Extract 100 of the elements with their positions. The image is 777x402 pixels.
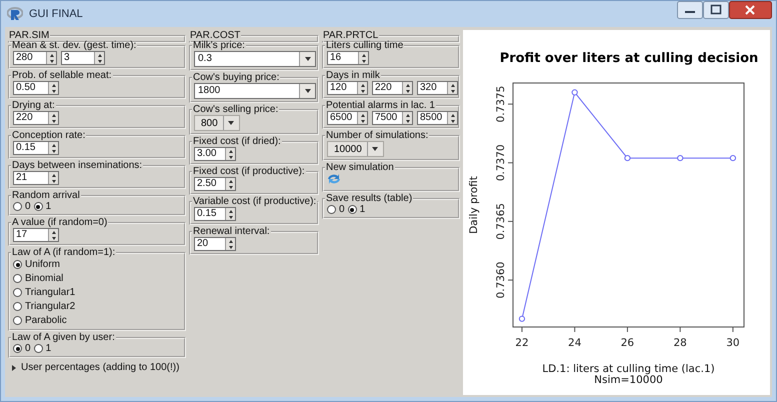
spin-box[interactable]: 3.00 xyxy=(194,147,236,161)
radio-label: 0 xyxy=(25,343,31,354)
spin-box[interactable]: 8500 xyxy=(417,111,458,125)
minimize-icon[interactable] xyxy=(677,1,703,19)
spin-button[interactable] xyxy=(225,178,235,190)
group-label: Mean & st. dev. (gest. time): xyxy=(11,40,138,51)
dropdown-button[interactable] xyxy=(299,52,315,66)
data-point xyxy=(518,316,526,322)
window-title: GUI FINAL xyxy=(29,8,83,20)
close-icon[interactable] xyxy=(729,1,772,19)
tick-label: 22 xyxy=(515,337,529,349)
app-logo-icon xyxy=(7,7,23,21)
group-label: Drying at: xyxy=(11,100,56,111)
x-axis-label: LD.1: liters at culling time (lac.1) xyxy=(542,363,715,375)
radio-button[interactable] xyxy=(34,202,43,211)
refresh-icon[interactable] xyxy=(327,173,341,185)
spin-box[interactable]: 3 xyxy=(61,51,105,65)
data-point xyxy=(677,154,684,162)
spin-button[interactable] xyxy=(402,82,412,94)
spin-button[interactable] xyxy=(48,229,58,241)
radio-label: Binomial xyxy=(25,273,64,284)
tick-label: 24 xyxy=(568,337,582,349)
spin-box[interactable]: 0.15 xyxy=(194,207,236,221)
group-label: Law of A (if random=1): xyxy=(11,247,116,258)
spin-button[interactable] xyxy=(225,148,235,160)
tick-label: 0.7365 xyxy=(495,203,507,240)
group-label: Fixed cost (if dried): xyxy=(192,136,282,147)
group-label: Fixed cost (if productive): xyxy=(192,166,306,177)
spin-button[interactable] xyxy=(48,142,58,154)
maximize-icon[interactable] xyxy=(703,1,729,19)
radio-button[interactable] xyxy=(13,316,22,325)
spin-box[interactable]: 220 xyxy=(372,81,413,95)
spin-box[interactable]: 0.15 xyxy=(13,141,59,155)
spin-button[interactable] xyxy=(402,112,412,124)
tick-label: 28 xyxy=(674,337,687,349)
combo-box[interactable]: 1800 xyxy=(194,83,316,99)
radio-label: 0 xyxy=(25,201,31,212)
dropdown-button[interactable] xyxy=(299,84,315,98)
section-title: PAR.SIM xyxy=(8,30,50,41)
spin-button[interactable] xyxy=(357,82,367,94)
y-axis-label: Daily profit xyxy=(468,176,480,234)
spin-button[interactable] xyxy=(357,112,367,124)
combo-box[interactable]: 0.3 xyxy=(194,51,316,67)
group-label: Random arrival xyxy=(11,190,81,201)
tick-label: 26 xyxy=(620,337,634,349)
radio-button[interactable] xyxy=(13,260,22,269)
radio-button[interactable] xyxy=(348,205,357,214)
radio-button[interactable] xyxy=(34,344,43,353)
menu-button[interactable]: 10000 xyxy=(327,141,384,157)
group-label: Conception rate: xyxy=(11,130,86,141)
group-label: Save results (table) xyxy=(325,193,414,204)
group-label: Variable cost (if productive): xyxy=(192,196,318,207)
spin-box[interactable]: 320 xyxy=(417,81,458,95)
spin-button[interactable] xyxy=(225,238,235,250)
chart-title: Profit over liters at culling decision xyxy=(500,51,758,66)
group-label: Days in milk xyxy=(325,70,381,81)
radio-button[interactable] xyxy=(327,205,336,214)
spin-box[interactable]: 21 xyxy=(13,171,59,185)
spin-box[interactable]: 20 xyxy=(194,237,236,251)
radio-button[interactable] xyxy=(13,344,22,353)
spin-box[interactable]: 16 xyxy=(327,51,369,65)
spin-box[interactable]: 220 xyxy=(13,111,59,125)
tick-label: 30 xyxy=(726,337,740,349)
spin-button[interactable] xyxy=(447,112,457,124)
expand-arrow-icon[interactable] xyxy=(12,364,16,370)
spin-button[interactable] xyxy=(48,82,58,94)
group-label: Law of A given by user: xyxy=(11,332,116,343)
spin-box[interactable]: 17 xyxy=(13,228,59,242)
data-point xyxy=(730,154,736,162)
radio-button[interactable] xyxy=(13,274,22,283)
expander-label[interactable]: User percentages (adding to 100(!)) xyxy=(21,362,180,373)
data-point xyxy=(624,154,631,162)
radio-button[interactable] xyxy=(13,302,22,311)
spin-button[interactable] xyxy=(94,52,104,64)
group-label: Potential alarms in lac. 1 xyxy=(325,100,436,111)
radio-button[interactable] xyxy=(13,202,22,211)
radio-button[interactable] xyxy=(13,288,22,297)
group-label: Cow's buying price: xyxy=(192,72,280,83)
menu-button[interactable]: 800 xyxy=(194,115,240,131)
spin-button[interactable] xyxy=(225,208,235,220)
radio-label: Uniform xyxy=(25,259,60,270)
spin-box[interactable]: 6500 xyxy=(327,111,368,125)
group-label: Liters culling time xyxy=(325,40,404,51)
group-label: Number of simulations: xyxy=(325,130,430,141)
spin-box[interactable]: 120 xyxy=(327,81,368,95)
radio-label: Triangular1 xyxy=(25,287,76,298)
radio-label: 0 xyxy=(339,204,345,215)
spin-box[interactable]: 0.50 xyxy=(13,81,59,95)
radio-label: 1 xyxy=(46,201,52,212)
data-point xyxy=(572,89,578,96)
spin-box[interactable]: 2.50 xyxy=(194,177,236,191)
spin-box[interactable]: 280 xyxy=(13,51,57,65)
spin-button[interactable] xyxy=(48,172,58,184)
radio-label: 1 xyxy=(46,343,52,354)
spin-box[interactable]: 7500 xyxy=(372,111,413,125)
spin-button[interactable] xyxy=(358,52,368,64)
spin-button[interactable] xyxy=(46,52,56,64)
spin-button[interactable] xyxy=(48,112,58,124)
group-label: Cow's selling price: xyxy=(192,104,280,115)
spin-button[interactable] xyxy=(447,82,457,94)
